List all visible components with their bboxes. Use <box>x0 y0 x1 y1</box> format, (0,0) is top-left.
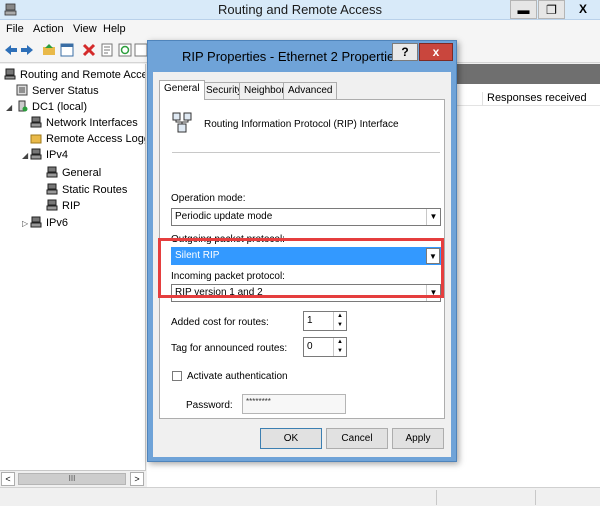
scroll-left-icon[interactable]: < <box>1 472 15 486</box>
rip-properties-dialog: RIP Properties - Ethernet 2 Properties ?… <box>147 40 457 462</box>
tree-item-rip[interactable]: RIP <box>46 198 80 214</box>
menu-action[interactable]: Action <box>33 23 64 35</box>
delete-icon[interactable] <box>82 43 96 57</box>
console-tree: Routing and Remote Access Server Status … <box>0 64 146 470</box>
column-header-responses-received[interactable]: Responses received <box>482 92 587 106</box>
cancel-button[interactable]: Cancel <box>326 428 388 449</box>
tree-item-remote-access-logging[interactable]: Remote Access Logging <box>30 131 145 147</box>
console-tree-icon[interactable] <box>60 43 74 57</box>
help-button[interactable]: ? <box>392 43 418 61</box>
tree-item-ipv4[interactable]: IPv4 <box>30 147 68 163</box>
tree-item-label: Network Interfaces <box>46 117 138 129</box>
tag-value: 0 <box>307 341 313 352</box>
tree-item-label: Routing and Remote Access <box>20 69 146 81</box>
status-bar <box>0 487 600 506</box>
network-interface-icon <box>30 116 42 128</box>
apply-button[interactable]: Apply <box>392 428 444 449</box>
expand-icon[interactable]: ▷ <box>22 219 28 228</box>
added-cost-label: Added cost for routes: <box>171 317 269 328</box>
properties-icon[interactable] <box>100 43 114 57</box>
tree-item-label: IPv4 <box>46 149 69 161</box>
server-status-icon <box>16 84 28 96</box>
router-icon <box>46 183 58 195</box>
tree-item-label: RIP <box>62 200 81 212</box>
tree-item-label: IPv6 <box>46 217 69 229</box>
interface-heading: Routing Information Protocol (RIP) Inter… <box>204 119 399 130</box>
menu-view[interactable]: View <box>73 23 97 35</box>
dialog-titlebar: RIP Properties - Ethernet 2 Properties ?… <box>148 41 456 71</box>
router-icon <box>46 166 58 178</box>
dialog-body: General Security Neighbors Advanced Rout… <box>153 72 451 457</box>
rip-interface-icon <box>172 112 192 133</box>
tree-item-general[interactable]: General <box>46 165 101 181</box>
folder-icon <box>30 134 42 144</box>
dialog-title: RIP Properties - Ethernet 2 Properties <box>182 49 401 64</box>
collapse-icon[interactable]: ◢ <box>22 151 28 160</box>
scroll-thumb[interactable]: III <box>18 473 126 485</box>
tree-horizontal-scrollbar[interactable]: < III > <box>0 470 146 487</box>
minimize-button[interactable]: ▬ <box>510 0 537 19</box>
tree-item-label: Remote Access Logging <box>46 133 145 145</box>
operation-mode-value: Periodic update mode <box>175 211 273 222</box>
tree-item-network-interfaces[interactable]: Network Interfaces <box>30 115 138 131</box>
spinner-arrows-icon[interactable]: ▲ ▼ <box>333 338 346 356</box>
activate-authentication-checkbox[interactable] <box>172 371 182 381</box>
activate-authentication-label: Activate authentication <box>187 371 288 382</box>
scroll-right-icon[interactable]: > <box>130 472 144 486</box>
tag-label: Tag for announced routes: <box>171 343 288 354</box>
status-bar-divider <box>436 490 437 505</box>
tree-item-static-routes[interactable]: Static Routes <box>46 182 127 198</box>
up-folder-icon[interactable] <box>42 43 56 57</box>
added-cost-value: 1 <box>307 315 313 326</box>
maximize-button[interactable]: ❐ <box>538 0 565 19</box>
tree-item-dc1-local[interactable]: DC1 (local) <box>16 99 87 115</box>
chevron-down-icon[interactable]: ▼ <box>426 209 440 225</box>
server-icon <box>4 68 16 80</box>
refresh-icon[interactable] <box>118 43 132 57</box>
tree-item-routing-remote-access[interactable]: Routing and Remote Access <box>4 67 146 83</box>
status-bar-divider <box>535 490 536 505</box>
operation-mode-select[interactable]: Periodic update mode ▼ <box>171 208 441 226</box>
window-titlebar: Routing and Remote Access ▬ ❐ X <box>0 0 600 20</box>
tab-advanced[interactable]: Advanced <box>283 82 338 99</box>
ipv4-icon <box>30 148 42 160</box>
dialog-close-button[interactable]: x <box>419 43 453 61</box>
password-label: Password: <box>186 400 233 411</box>
tree-item-label: DC1 (local) <box>32 101 88 113</box>
tree-item-ipv6[interactable]: IPv6 <box>30 215 68 231</box>
export-icon[interactable] <box>134 43 148 57</box>
server-node-icon <box>18 100 28 112</box>
password-field: ******** <box>242 394 346 414</box>
tree-item-server-status[interactable]: Server Status <box>16 83 99 99</box>
menu-help[interactable]: Help <box>103 23 126 35</box>
forward-arrow-icon[interactable] <box>20 43 34 57</box>
collapse-icon[interactable]: ◢ <box>6 103 12 112</box>
back-arrow-icon[interactable] <box>4 43 18 57</box>
spinner-arrows-icon[interactable]: ▲ ▼ <box>333 312 346 330</box>
callout-highlight-box <box>158 238 444 298</box>
tree-item-label: Server Status <box>32 85 99 97</box>
operation-mode-label: Operation mode: <box>171 193 246 204</box>
close-button[interactable]: X <box>566 0 600 19</box>
tree-item-label: General <box>62 167 102 179</box>
section-divider <box>172 152 440 153</box>
tree-item-label: Static Routes <box>62 184 128 196</box>
menu-bar: File Action View Help <box>0 20 600 39</box>
ipv6-icon <box>30 216 42 228</box>
tab-general[interactable]: General <box>159 80 205 100</box>
menu-file[interactable]: File <box>6 23 24 35</box>
ok-button[interactable]: OK <box>260 428 322 449</box>
added-cost-spinner[interactable]: 1 ▲ ▼ <box>303 311 347 331</box>
tag-spinner[interactable]: 0 ▲ ▼ <box>303 337 347 357</box>
router-icon <box>46 199 58 211</box>
